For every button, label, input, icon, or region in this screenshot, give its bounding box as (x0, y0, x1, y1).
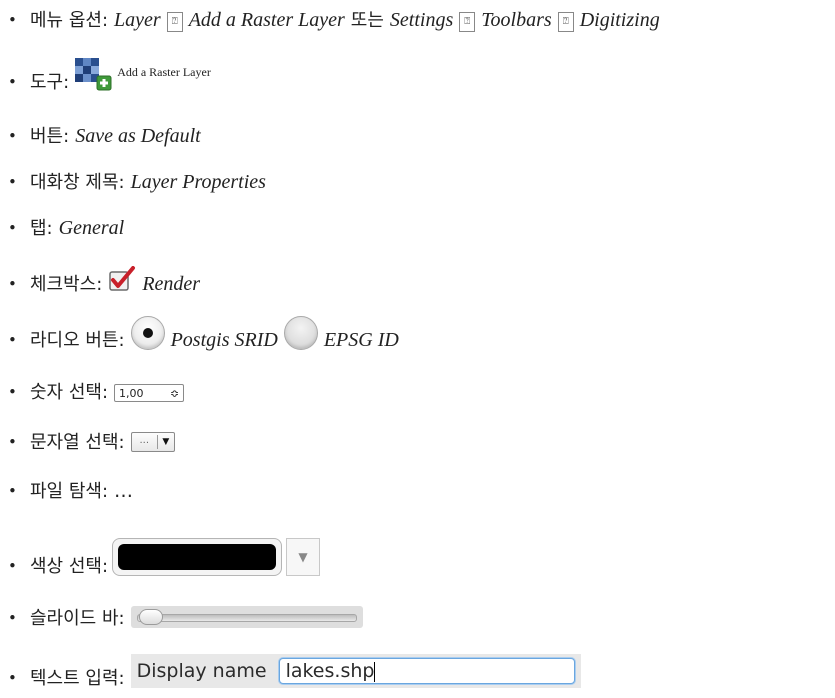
list-item-button: • 버튼: Save as Default (8, 126, 201, 146)
color-picker: ▼ (112, 538, 321, 576)
list-item-text-input: • 텍스트 입력: Display name lakes.shp (8, 654, 581, 688)
item-label: 도구: (30, 72, 70, 93)
bullet: • (8, 669, 17, 687)
text-input-example: Display name lakes.shp (130, 654, 581, 688)
bullet: • (8, 219, 17, 237)
item-label: 대화창 제목: (30, 172, 125, 193)
list-item-string-select: • 문자열 선택: ... ▼ (8, 432, 175, 452)
string-select-widget[interactable]: ... ▼ (130, 432, 175, 452)
tool-caption: Add a Raster Layer (117, 65, 211, 79)
ui-element-list: • 메뉴 옵션: Layer ⍰ Add a Raster Layer 또는 S… (0, 0, 835, 698)
bullet: • (8, 127, 17, 145)
bullet: • (8, 557, 17, 575)
menu-path-settings: Settings (389, 9, 454, 31)
menu-path-layer: Layer (114, 9, 161, 31)
list-item-color-select: • 색상 선택: ▼ (8, 538, 321, 577)
ellipsis-button[interactable]: ... (132, 435, 158, 449)
slider-handle[interactable] (138, 609, 163, 625)
bullet: • (8, 433, 17, 451)
menu-path-digitizing: Digitizing (579, 9, 660, 31)
item-label: 슬라이드 바: (30, 608, 125, 629)
file-browse-ellipsis[interactable]: … (114, 482, 133, 501)
tab-example: General (58, 217, 125, 239)
spinbox-value: 1,00 (119, 386, 144, 400)
item-label: 메뉴 옵션: (30, 10, 109, 31)
button-example-text: Save as Default (75, 125, 201, 147)
list-item-menu-options: • 메뉴 옵션: Layer ⍰ Add a Raster Layer 또는 S… (8, 9, 660, 32)
input-value: lakes.shp (285, 660, 375, 682)
dialog-title-example: Layer Properties (130, 171, 266, 193)
list-item-number-select: • 숫자 선택: 1,00 ≎ (8, 382, 185, 403)
menu-path-toolbars: Toolbars (481, 9, 552, 31)
item-label: 체크박스: (30, 274, 103, 295)
radio-label-epsg: EPSG ID (323, 329, 399, 351)
display-name-label: Display name (136, 659, 267, 682)
item-label: 숫자 선택: (30, 382, 109, 403)
radio-selected-icon[interactable] (130, 316, 165, 350)
bullet: • (8, 331, 17, 349)
list-item-checkbox: • 체크박스: Render (8, 266, 200, 294)
bullet: • (8, 383, 17, 401)
checkbox-label: Render (142, 273, 201, 295)
item-label: 파일 탐색: (30, 481, 109, 502)
slider-track (136, 614, 357, 622)
item-label: 라디오 버튼: (30, 330, 125, 351)
list-item-tool: • 도구: Add a Raster Layer (8, 58, 211, 92)
list-item-tab: • 탭: General (8, 218, 124, 238)
item-label: 색상 선택: (30, 556, 109, 577)
number-spinbox[interactable]: 1,00 ≎ (114, 384, 185, 402)
list-item-dialog-title: • 대화창 제목: Layer Properties (8, 172, 266, 192)
list-item-radio-buttons: • 라디오 버튼: Postgis SRID EPSG ID (8, 316, 399, 350)
missing-glyph-icon: ⍰ (557, 12, 574, 32)
item-label: 텍스트 입력: (30, 668, 125, 689)
bullet: • (8, 11, 17, 29)
checkbox-checked-icon[interactable] (108, 266, 136, 292)
bullet: • (8, 173, 17, 191)
conjunction-text: 또는 (350, 10, 384, 31)
missing-glyph-icon: ⍰ (459, 12, 476, 32)
item-label: 문자열 선택: (30, 432, 125, 453)
add-raster-layer-icon[interactable] (75, 58, 113, 92)
spinbox-arrows-icon[interactable]: ≎ (170, 388, 179, 399)
list-item-file-browse: • 파일 탐색: … (8, 482, 133, 501)
color-swatch (118, 544, 277, 570)
radio-label-postgis: Postgis SRID (170, 329, 278, 351)
dropdown-arrow-icon[interactable]: ▼ (158, 437, 174, 447)
bullet: • (8, 609, 17, 627)
item-label: 탭: (30, 218, 53, 239)
bullet: • (8, 73, 17, 91)
list-item-slider: • 슬라이드 바: (8, 606, 363, 628)
item-label: 버튼: (30, 126, 70, 147)
display-name-input[interactable]: lakes.shp (278, 658, 575, 684)
missing-glyph-icon: ⍰ (166, 12, 183, 32)
menu-path-add-raster: Add a Raster Layer (188, 9, 345, 31)
color-button[interactable] (112, 538, 283, 576)
bullet: • (8, 482, 17, 500)
slider-bar[interactable] (130, 606, 363, 628)
radio-unselected-icon[interactable] (283, 316, 318, 350)
bullet: • (8, 275, 17, 293)
color-dropdown-arrow-icon[interactable]: ▼ (286, 538, 321, 576)
